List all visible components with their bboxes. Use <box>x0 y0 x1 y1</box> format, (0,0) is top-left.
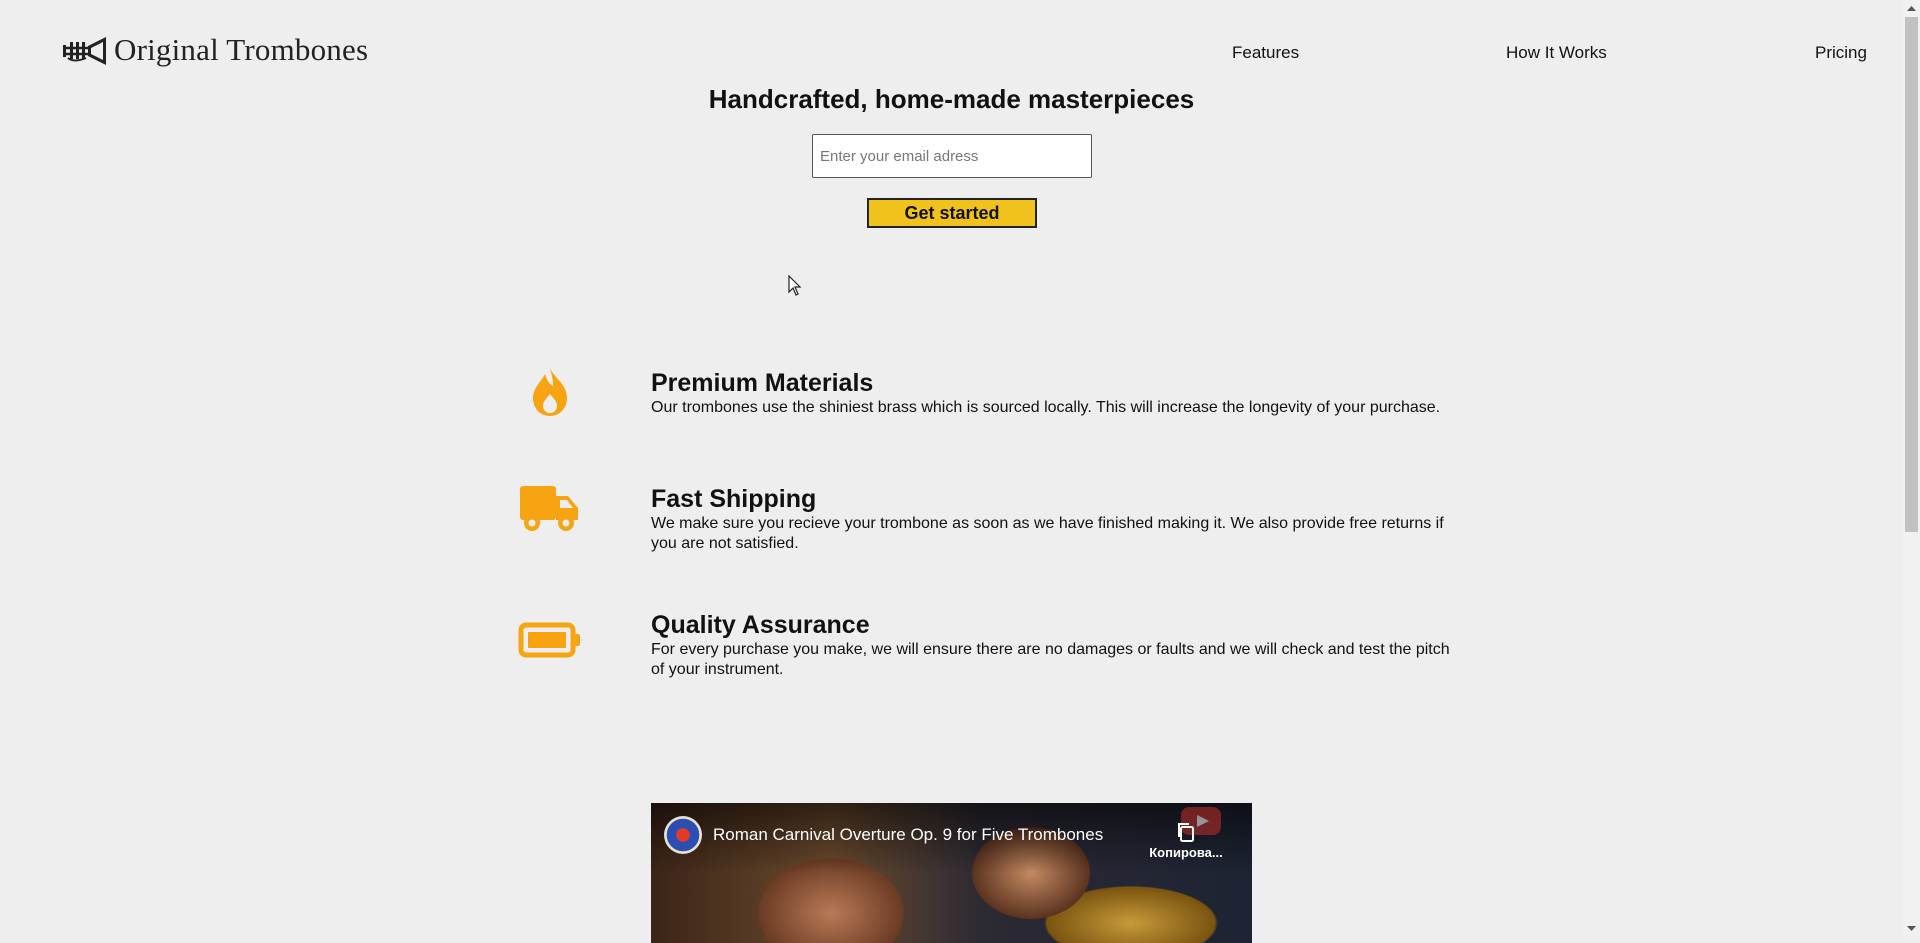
nav-link-features[interactable]: Features <box>1232 43 1299 63</box>
video-title[interactable]: Roman Carnival Overture Op. 9 for Five T… <box>713 825 1103 845</box>
truck-icon <box>515 478 585 538</box>
nav-link-pricing[interactable]: Pricing <box>1815 43 1867 63</box>
copy-link-label: Копирова... <box>1149 845 1223 860</box>
landing-page: Original Trombones Features How It Works… <box>0 0 1903 943</box>
battery-icon <box>515 610 585 670</box>
feature-title: Fast Shipping <box>651 485 817 513</box>
channel-avatar[interactable] <box>664 816 702 854</box>
feature-title: Premium Materials <box>651 369 874 397</box>
vertical-scrollbar[interactable] <box>1903 0 1920 937</box>
scroll-down-arrow-icon[interactable] <box>1903 920 1920 937</box>
brand-logo[interactable]: Original Trombones <box>62 33 368 67</box>
copy-link-button[interactable]: Копирова... <box>1141 813 1231 863</box>
feature-description: For every purchase you make, we will ens… <box>651 641 1450 678</box>
nav-link-how-it-works[interactable]: How It Works <box>1506 43 1607 63</box>
video-embed[interactable]: Roman Carnival Overture Op. 9 for Five T… <box>651 803 1252 943</box>
feature-description: We make sure you recieve your trombone a… <box>651 515 1444 552</box>
feature-description: Our trombones use the shiniest brass whi… <box>651 399 1441 416</box>
hero-title: Handcrafted, home-made masterpieces <box>708 84 1195 114</box>
mouse-pointer-icon <box>788 275 802 296</box>
copy-icon <box>1178 823 1194 842</box>
brand-name: Original Trombones <box>114 32 369 67</box>
scrollbar-thumb[interactable] <box>1905 17 1918 532</box>
email-input[interactable] <box>812 134 1092 178</box>
trumpet-logo-icon <box>63 37 106 65</box>
flame-icon <box>515 362 585 422</box>
get-started-button[interactable]: Get started <box>867 198 1037 228</box>
scroll-up-arrow-icon[interactable] <box>1903 0 1920 17</box>
feature-title: Quality Assurance <box>651 611 870 639</box>
